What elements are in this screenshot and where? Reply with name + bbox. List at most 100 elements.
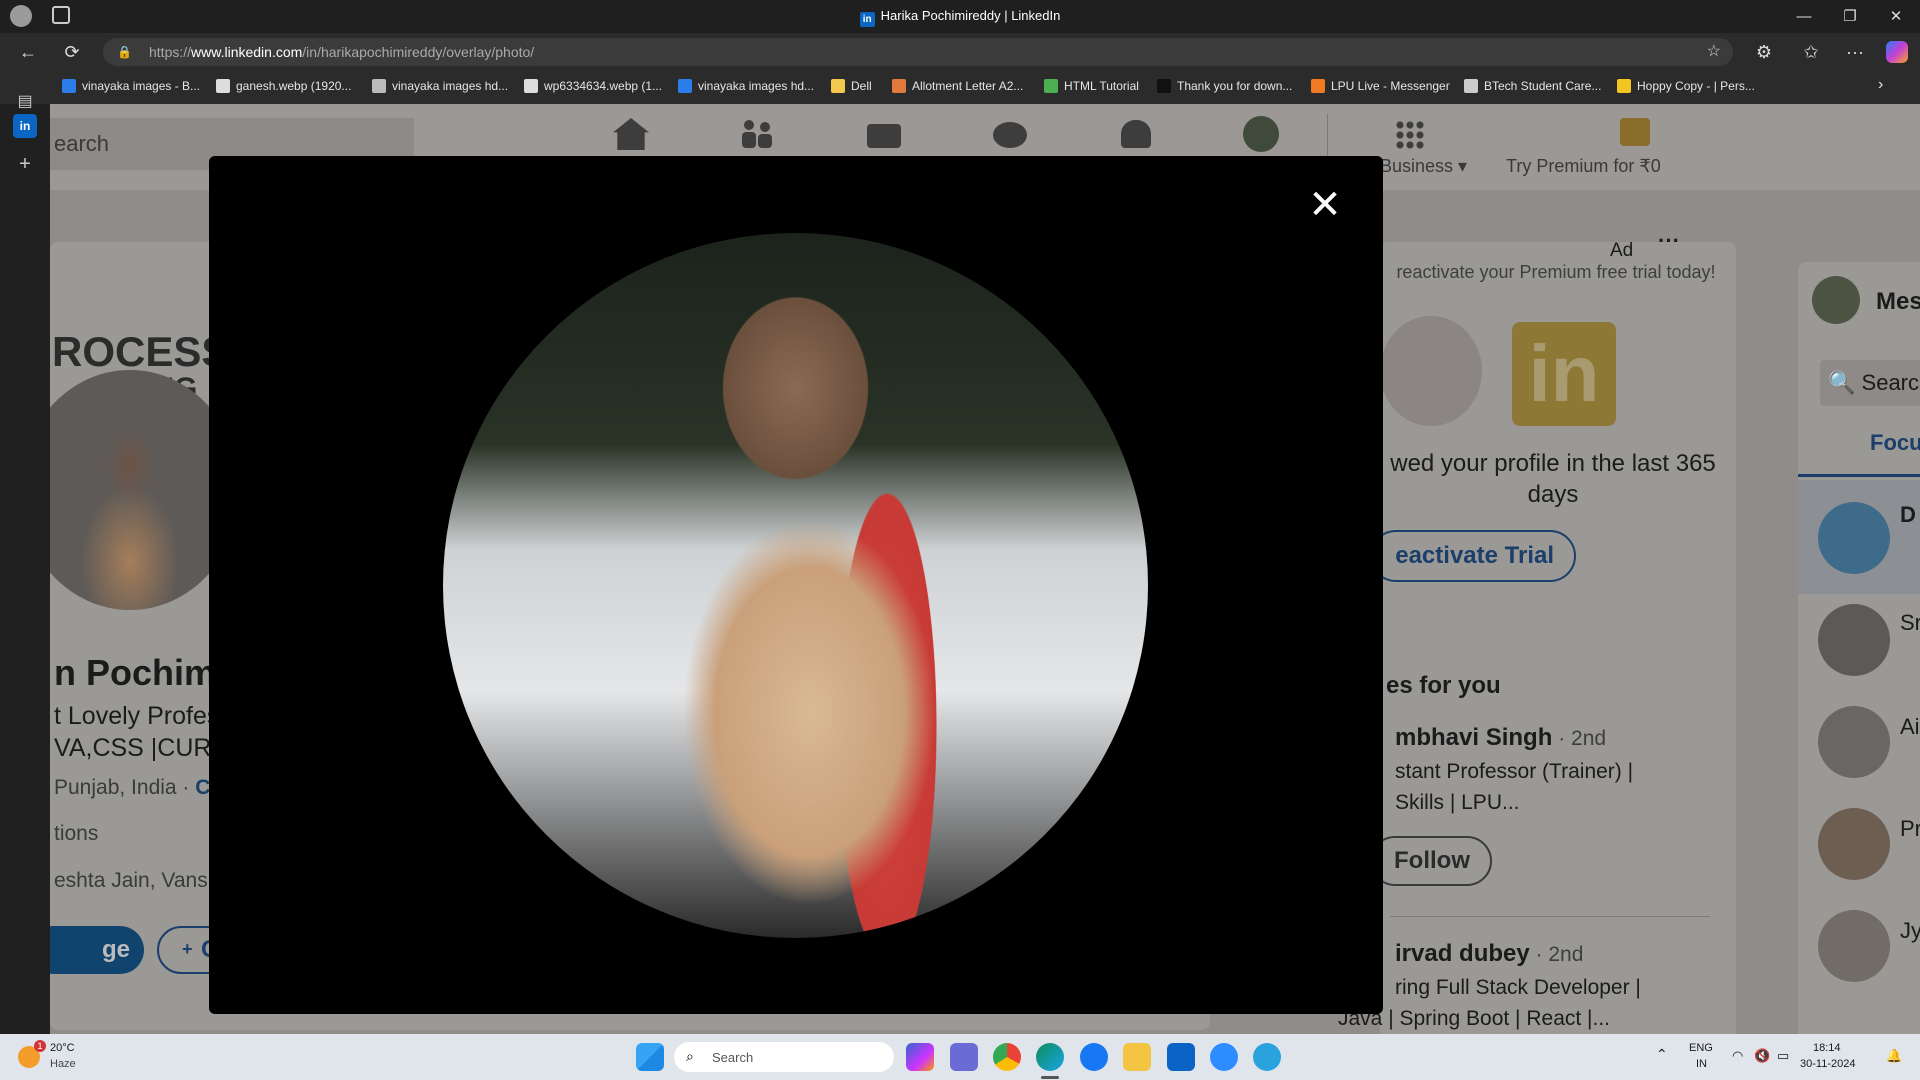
people-suggestions-title: es for you xyxy=(1386,672,1501,699)
suggested-person-headline: stant Professor (Trainer) | xyxy=(1395,760,1634,783)
bookmark-item[interactable]: Hoppy Copy - | Pers... xyxy=(1617,79,1755,93)
bookmark-favicon-icon xyxy=(892,79,906,93)
ad-more-icon[interactable]: ··· xyxy=(1658,228,1680,254)
new-tab-icon[interactable]: + xyxy=(13,152,37,176)
window-title-bar: in Harika Pochimireddy | LinkedIn — ❐ ✕ xyxy=(0,0,1920,33)
maximize-button[interactable]: ❐ xyxy=(1827,0,1873,33)
try-premium-link[interactable]: Try Premium for ₹0 xyxy=(1506,156,1661,177)
thread-avatar xyxy=(1818,910,1890,982)
bookmark-item[interactable]: vinayaka images - B... xyxy=(62,79,200,93)
copilot-taskbar-icon[interactable] xyxy=(906,1043,934,1071)
language-bottom[interactable]: IN xyxy=(1696,1058,1707,1070)
suggested-person-name[interactable]: mbhavi Singh · 2nd xyxy=(1395,724,1606,752)
file-explorer-icon[interactable] xyxy=(1123,1043,1151,1071)
thread-avatar xyxy=(1818,706,1890,778)
battery-icon[interactable]: ▭ xyxy=(1777,1048,1789,1064)
bookmark-favicon-icon xyxy=(1044,79,1058,93)
me-avatar[interactable] xyxy=(1243,116,1279,152)
bookmark-item[interactable]: HTML Tutorial xyxy=(1044,79,1139,93)
weather-description: Haze xyxy=(50,1058,76,1070)
connections-count[interactable]: tions xyxy=(54,822,98,846)
apps-grid-icon[interactable] xyxy=(1395,120,1425,150)
messaging-avatar xyxy=(1812,276,1860,324)
clock-time[interactable]: 18:14 xyxy=(1813,1042,1841,1054)
more-menu-button[interactable]: ··· xyxy=(1841,39,1869,65)
wifi-icon[interactable]: ◠ xyxy=(1732,1048,1743,1064)
suggested-person-name[interactable]: irvad dubey · 2nd xyxy=(1395,940,1583,968)
chevron-up-icon[interactable]: ⌃ xyxy=(1656,1046,1668,1063)
follow-button[interactable]: Follow xyxy=(1370,836,1492,886)
clock-date[interactable]: 30-11-2024 xyxy=(1800,1058,1855,1070)
folder-icon xyxy=(831,79,845,93)
message-button[interactable]: ge xyxy=(50,926,144,974)
minimize-button[interactable]: — xyxy=(1781,0,1827,33)
linkedin-tab-icon[interactable]: in xyxy=(13,114,37,138)
thread-name[interactable]: Pr xyxy=(1900,816,1920,842)
edge-icon[interactable] xyxy=(1036,1043,1064,1071)
facebook-icon[interactable] xyxy=(1080,1043,1108,1071)
bookmark-favicon-icon xyxy=(372,79,386,93)
browser-side-rail: ▤ in + xyxy=(0,93,50,1034)
bookmarks-bar: vinayaka images - B... ganesh.webp (1920… xyxy=(0,71,1920,105)
thread-avatar xyxy=(1818,808,1890,880)
taskbar-search-input[interactable]: ⌕ Search xyxy=(674,1042,894,1072)
bookmark-folder[interactable]: Dell xyxy=(831,79,872,93)
bookmark-item[interactable]: ganesh.webp (1920... xyxy=(216,79,351,93)
bookmark-favicon-icon xyxy=(1157,79,1171,93)
for-business-menu[interactable]: Business ▾ xyxy=(1380,156,1467,177)
messaging-icon[interactable] xyxy=(993,122,1027,148)
bookmark-item[interactable]: wp6334634.webp (1... xyxy=(524,79,662,93)
messaging-title[interactable]: Mes xyxy=(1876,288,1920,316)
profile-location: Punjab, India · Co xyxy=(54,776,223,800)
thread-name[interactable]: Sr xyxy=(1900,610,1920,636)
back-button[interactable]: ← xyxy=(14,39,42,65)
telegram-icon[interactable] xyxy=(1253,1043,1281,1071)
close-icon[interactable]: ✕ xyxy=(1305,185,1345,225)
search-icon: ⌕ xyxy=(686,1048,694,1064)
url-text: https://www.linkedin.com/in/harikapochim… xyxy=(149,44,535,60)
premium-icon xyxy=(1620,118,1650,146)
copilot-icon[interactable] xyxy=(1886,41,1908,63)
bookmark-favicon-icon xyxy=(1464,79,1478,93)
favorites-icon[interactable]: ✩ xyxy=(1797,39,1825,65)
bookmark-item[interactable]: Thank you for down... xyxy=(1157,79,1292,93)
messaging-tab-focused[interactable]: Focu xyxy=(1870,430,1920,456)
profile-banner-text: ROCESS xyxy=(52,328,230,375)
ad-label: Ad xyxy=(1610,240,1634,261)
chevron-right-icon[interactable]: › xyxy=(1878,76,1883,94)
outlook-icon[interactable] xyxy=(1167,1043,1195,1071)
volume-muted-icon[interactable]: 🔇 xyxy=(1754,1048,1770,1064)
sidebar-toggle-icon[interactable]: ▤ xyxy=(13,90,37,114)
bookmark-item[interactable]: Allotment Letter A2... xyxy=(892,79,1023,93)
extensions-icon[interactable]: ⚙ xyxy=(1750,39,1778,65)
tab-underline xyxy=(1798,474,1920,477)
mutual-connections[interactable]: eshta Jain, Vans xyxy=(54,869,208,893)
close-window-button[interactable]: ✕ xyxy=(1873,0,1919,33)
favorite-star-icon[interactable]: ☆ xyxy=(1707,38,1721,66)
suggested-person-headline: ring Full Stack Developer | xyxy=(1395,976,1641,999)
messaging-search-input[interactable]: 🔍 Searc xyxy=(1820,360,1920,406)
notification-bell-icon[interactable]: 🔔 xyxy=(1886,1048,1902,1064)
reactivate-trial-button[interactable]: eactivate Trial xyxy=(1370,530,1576,582)
lock-icon: 🔒 xyxy=(117,45,132,59)
bookmark-item[interactable]: vinayaka images hd... xyxy=(372,79,508,93)
thread-name[interactable]: Jy xyxy=(1900,918,1920,944)
weather-temperature: 20°C xyxy=(50,1042,75,1054)
jobs-briefcase-icon[interactable] xyxy=(867,124,901,148)
bookmark-item[interactable]: vinayaka images hd... xyxy=(678,79,814,93)
windows-taskbar: 1 20°C Haze ⌕ Search ⌃ ENG IN ◠ 🔇 ▭ 18:1… xyxy=(0,1034,1920,1080)
my-network-icon[interactable] xyxy=(740,118,774,150)
refresh-button[interactable]: ⟳ xyxy=(58,39,86,65)
language-top[interactable]: ENG xyxy=(1689,1042,1713,1054)
bookmark-item[interactable]: LPU Live - Messenger xyxy=(1311,79,1450,93)
bookmark-item[interactable]: BTech Student Care... xyxy=(1464,79,1601,93)
chrome-icon[interactable] xyxy=(993,1043,1021,1071)
thread-name[interactable]: Ai xyxy=(1900,714,1920,740)
zoom-icon[interactable] xyxy=(1210,1043,1238,1071)
windows-start-icon[interactable] xyxy=(636,1043,664,1071)
address-bar[interactable]: 🔒 https://www.linkedin.com/in/harikapoch… xyxy=(103,38,1733,66)
suggested-person-headline-line2: Skills | LPU... xyxy=(1395,791,1520,814)
app-icon[interactable] xyxy=(950,1043,978,1071)
notifications-bell-icon[interactable] xyxy=(1121,120,1151,148)
thread-avatar xyxy=(1818,502,1890,574)
